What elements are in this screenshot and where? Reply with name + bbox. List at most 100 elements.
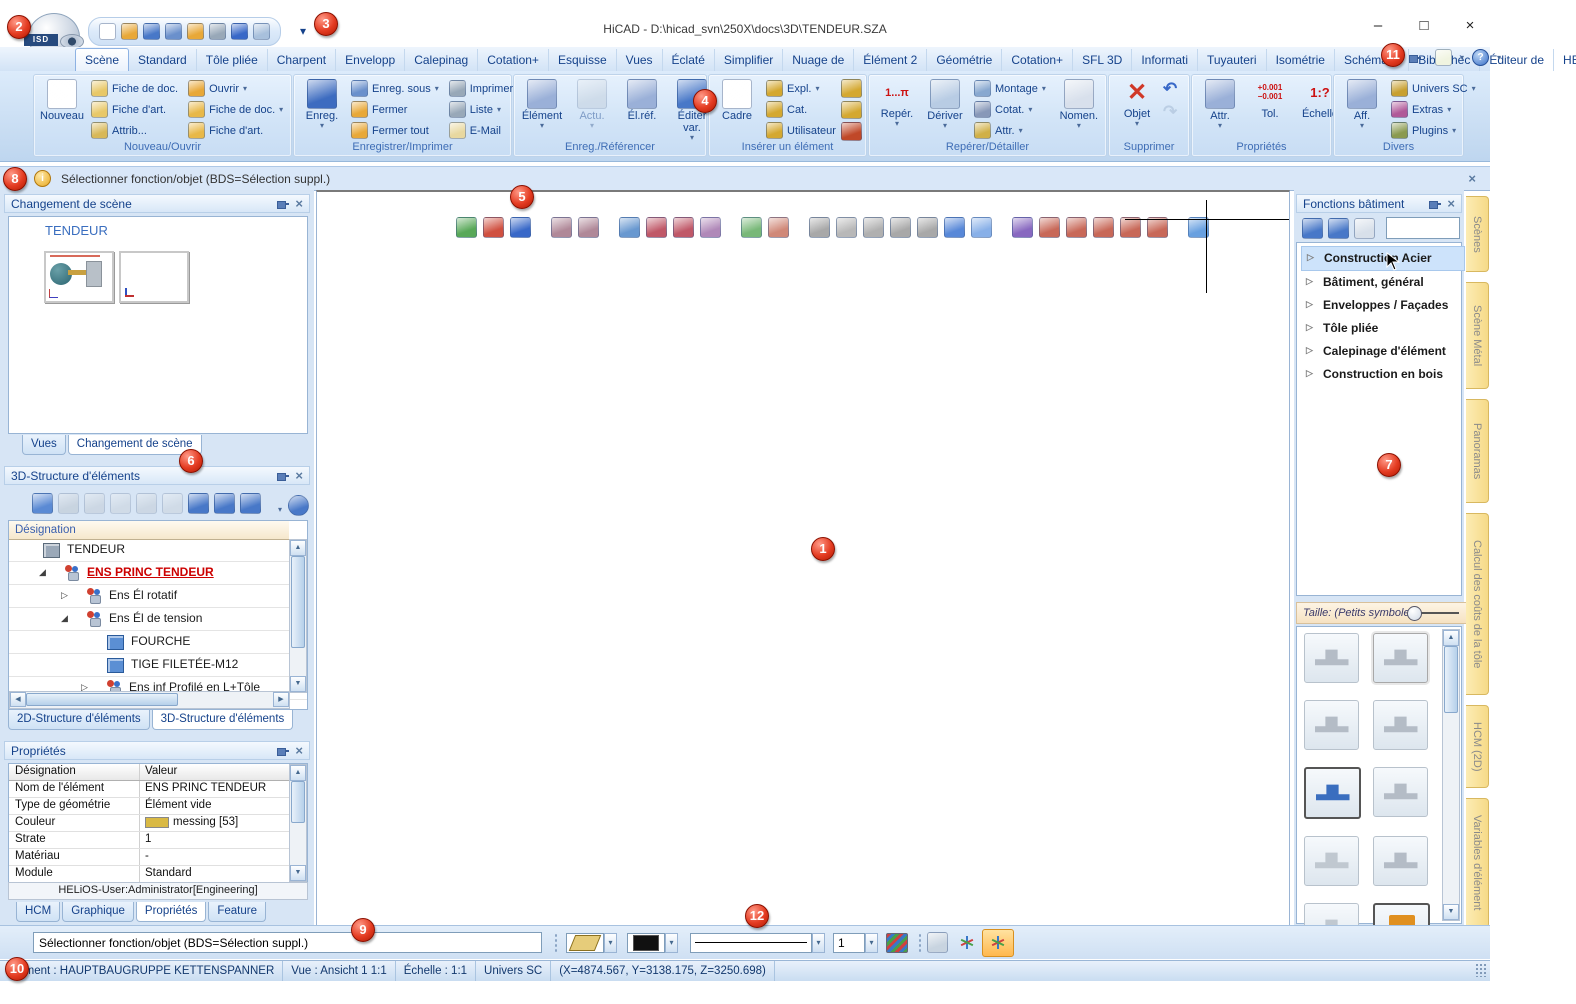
color-button[interactable]: [627, 932, 665, 953]
coordinate-system-axes-icon[interactable]: [952, 930, 982, 956]
help-icon[interactable]: ?: [1472, 49, 1490, 66]
ribbon-big-button[interactable]: +0.001 −0.001 Tol.▾: [1246, 77, 1294, 141]
close-panel-icon[interactable]: ×: [295, 196, 303, 211]
property-row[interactable]: Couleur messing [53]: [9, 815, 307, 832]
pin-icon[interactable]: [276, 471, 290, 481]
toolbar-icon[interactable]: [1328, 218, 1349, 239]
maximize-button[interactable]: □: [1409, 14, 1439, 38]
side-tab[interactable]: Calcul des coûts de la tôle: [1466, 513, 1489, 695]
toolbar-icon[interactable]: [188, 493, 209, 514]
viewport-tool-icon[interactable]: [456, 217, 477, 238]
tree-row[interactable]: FOURCHE: [9, 631, 307, 654]
pin-icon[interactable]: [1428, 199, 1442, 209]
viewport-tool-icon[interactable]: [917, 217, 938, 238]
ribbon-tab[interactable]: Simplifier: [715, 49, 784, 71]
viewport-tool-icon[interactable]: [510, 217, 531, 238]
ribbon-big-button[interactable]: Dériver ▾: [921, 77, 969, 141]
ribbon-small-button[interactable]: Cat.▾: [763, 99, 839, 120]
ribbon-big-button[interactable]: Enreg. ▾: [298, 77, 346, 141]
qat-overflow-button[interactable]: ▾: [300, 24, 306, 38]
ribbon-icon-button[interactable]: ↶: [1163, 79, 1177, 99]
horizontal-scrollbar[interactable]: ◀ ▶: [9, 691, 290, 709]
property-row[interactable]: Module Standard: [9, 866, 307, 883]
quick-access-button[interactable]: [165, 23, 182, 40]
surface-style-button[interactable]: [566, 932, 604, 953]
viewport-tool-icon[interactable]: [836, 217, 857, 238]
ribbon-tab[interactable]: Standard: [129, 49, 197, 71]
ribbon-small-button[interactable]: Fiche de doc.▾: [185, 99, 286, 120]
viewport-tool-icon[interactable]: [1039, 217, 1060, 238]
edit-mode-icon[interactable]: [1435, 49, 1452, 66]
gallery-item[interactable]: [1304, 836, 1359, 886]
toolbar-icon[interactable]: [240, 493, 261, 514]
toolbar-icon[interactable]: [84, 493, 105, 514]
coordinate-system-active-icon[interactable]: [982, 928, 1014, 957]
tree-row[interactable]: ◢ Ens Él de tension: [9, 608, 307, 631]
tree-row[interactable]: TENDEUR: [9, 539, 307, 562]
quick-access-button[interactable]: [187, 23, 204, 40]
viewport-tool-icon[interactable]: [741, 217, 762, 238]
viewport-tool-icon[interactable]: [1066, 217, 1087, 238]
gallery-item[interactable]: [1304, 767, 1361, 819]
ribbon-small-button[interactable]: Fermer tout▾: [348, 120, 442, 141]
ribbon-tab[interactable]: Éclaté: [663, 49, 715, 71]
viewport-tool-icon[interactable]: [700, 217, 721, 238]
ribbon-big-button[interactable]: Nouveau▾: [38, 77, 86, 141]
ribbon-tab[interactable]: Cotation+: [1002, 49, 1074, 71]
ribbon-big-button[interactable]: Aff. ▾: [1338, 77, 1386, 141]
panel-tab[interactable]: 3D-Structure d'éléments: [151, 710, 294, 730]
viewport-tool-icon[interactable]: [944, 217, 965, 238]
ribbon-tab[interactable]: Vues: [617, 49, 663, 71]
minimize-button[interactable]: –: [1363, 14, 1393, 38]
coordinate-system-cube-icon[interactable]: [922, 930, 952, 956]
side-tab[interactable]: HCM (2D): [1466, 705, 1489, 788]
ribbon-small-button[interactable]: Extras ▾: [1388, 99, 1479, 120]
vertical-scrollbar[interactable]: ▲ ▼: [289, 539, 307, 693]
tree-row[interactable]: ◢ ENS PRINC TENDEUR: [9, 562, 307, 585]
vertical-scrollbar[interactable]: ▲ ▼: [289, 764, 307, 882]
line-style-combo[interactable]: [690, 932, 812, 953]
pin-icon[interactable]: [276, 746, 290, 756]
ribbon-icon-button[interactable]: [840, 100, 862, 120]
quick-access-button[interactable]: [99, 23, 116, 40]
close-panel-icon[interactable]: ×: [295, 743, 303, 758]
line-width-combo[interactable]: 1: [833, 932, 865, 953]
ribbon-small-button[interactable]: Fiche d'art.▾: [88, 99, 181, 120]
ribbon-small-button[interactable]: Attrib...▾: [88, 120, 181, 141]
scene-thumbnail-1[interactable]: [44, 251, 114, 303]
ribbon-small-button[interactable]: Fiche d'art.▾: [185, 120, 286, 141]
ribbon-small-button[interactable]: Utilisateur▾: [763, 120, 839, 141]
ribbon-icon-button[interactable]: [840, 122, 862, 142]
viewport-tool-icon[interactable]: [551, 217, 572, 238]
quick-access-button[interactable]: [209, 23, 226, 40]
ribbon-tab[interactable]: Charpent: [268, 49, 337, 71]
pin-ribbon-icon[interactable]: [1408, 53, 1421, 63]
ribbon-icon-button[interactable]: ↷: [1163, 102, 1177, 122]
ribbon-big-button[interactable]: Attr. ▾: [1196, 77, 1244, 141]
gallery-item[interactable]: [1373, 836, 1428, 886]
panel-tab[interactable]: Graphique: [62, 902, 134, 922]
viewport-tool-icon[interactable]: [483, 217, 504, 238]
toolbar-icon[interactable]: [136, 493, 157, 514]
viewport-tool-icon[interactable]: [890, 217, 911, 238]
panel-tab[interactable]: Propriétés: [135, 902, 207, 922]
ribbon-tab[interactable]: Esquisse: [549, 49, 617, 71]
functions-search-input[interactable]: [1386, 217, 1460, 239]
toolbar-icon[interactable]: [162, 493, 183, 514]
ribbon-small-button[interactable]: Montage ▾: [971, 78, 1049, 99]
gallery-item[interactable]: [1373, 767, 1428, 817]
gallery-item[interactable]: [1373, 633, 1428, 683]
pin-icon[interactable]: [276, 199, 290, 209]
viewport-tool-icon[interactable]: [971, 217, 992, 238]
function-category[interactable]: ▷ Enveloppes / Façades: [1301, 294, 1465, 317]
viewport-tool-icon[interactable]: [1012, 217, 1033, 238]
ribbon-tab[interactable]: Envelopp: [336, 49, 406, 71]
ribbon-tab[interactable]: Calepinag: [405, 49, 479, 71]
ribbon-small-button[interactable]: Enreg. sous ▾: [348, 78, 442, 99]
ribbon-tab[interactable]: Tuyauteri: [1198, 49, 1267, 71]
function-category[interactable]: ▷ Construction en bois: [1301, 363, 1465, 386]
viewport-tool-icon[interactable]: [1093, 217, 1114, 238]
ribbon-big-button[interactable]: Actu. ▾: [568, 77, 616, 141]
ribbon-icon-button[interactable]: [840, 79, 862, 98]
viewport-tool-icon[interactable]: [1120, 217, 1141, 238]
